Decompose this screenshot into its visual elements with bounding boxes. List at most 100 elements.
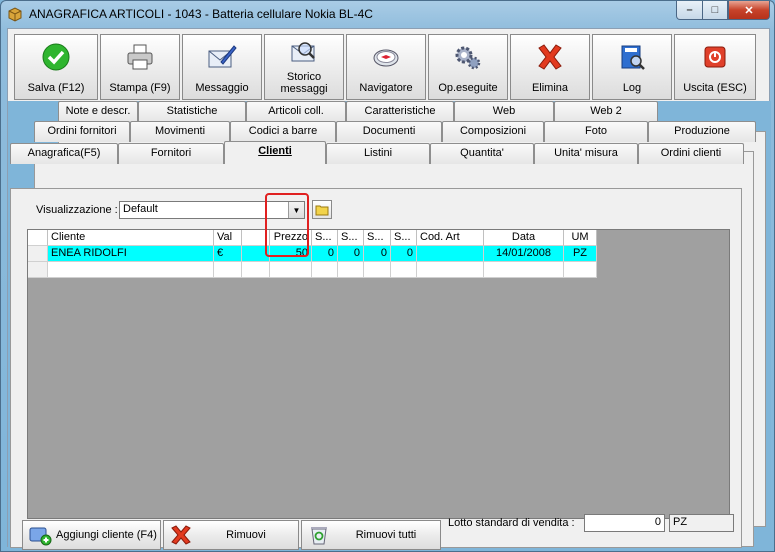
- table-row[interactable]: ENEA RIDOLFI € 50 0 0 0 0 14/01/2008 PZ: [28, 246, 597, 262]
- client-area: Salva (F12) Stampa (F9) Messaggio Storic…: [7, 28, 771, 550]
- cell-cod-art[interactable]: [417, 246, 484, 262]
- tab-codici-a-barre[interactable]: Codici a barre: [230, 121, 336, 142]
- app-window: ANAGRAFICA ARTICOLI - 1043 - Batteria ce…: [0, 0, 775, 552]
- empty-cell[interactable]: [338, 262, 364, 278]
- clienti-page: Visualizzazione : Default ▼ Cliente Val …: [10, 188, 742, 550]
- log-label: Log: [622, 82, 642, 94]
- folder-button[interactable]: [312, 200, 332, 219]
- tab-web[interactable]: Web: [454, 101, 554, 122]
- remove-label: Rimuovi: [226, 529, 266, 541]
- tab-statistiche[interactable]: Statistiche: [138, 101, 246, 122]
- cell-cliente[interactable]: ENEA RIDOLFI: [48, 246, 214, 262]
- print-label: Stampa (F9): [109, 82, 171, 94]
- book-search-icon: [616, 41, 648, 73]
- empty-cell[interactable]: [214, 262, 242, 278]
- save-button[interactable]: Salva (F12): [14, 34, 98, 100]
- col-header-um[interactable]: UM: [564, 230, 597, 246]
- col-header-val[interactable]: Val: [214, 230, 242, 246]
- minimize-button[interactable]: –: [676, 1, 703, 20]
- tab-ordini-fornitori[interactable]: Ordini fornitori: [34, 121, 130, 142]
- tab-listini[interactable]: Listini: [326, 143, 430, 164]
- window-title: ANAGRAFICA ARTICOLI - 1043 - Batteria ce…: [29, 7, 373, 21]
- row-selector[interactable]: [28, 262, 48, 278]
- clients-grid[interactable]: Cliente Val Prezzo S... S... S... S... C…: [27, 229, 730, 519]
- grid-header-row: Cliente Val Prezzo S... S... S... S... C…: [28, 230, 597, 246]
- printer-icon: [124, 41, 156, 73]
- tab-foto[interactable]: Foto: [544, 121, 648, 142]
- cell-data[interactable]: 14/01/2008: [484, 246, 564, 262]
- tab-web-2[interactable]: Web 2: [554, 101, 658, 122]
- maximize-button[interactable]: □: [702, 1, 728, 20]
- row-selector-header: [28, 230, 48, 246]
- empty-cell[interactable]: [564, 262, 597, 278]
- empty-cell[interactable]: [270, 262, 312, 278]
- message-history-button[interactable]: Storico messaggi: [264, 34, 344, 100]
- empty-cell[interactable]: [391, 262, 417, 278]
- col-header-cliente[interactable]: Cliente: [48, 230, 214, 246]
- delete-button[interactable]: Elimina: [510, 34, 590, 100]
- add-user-icon: [27, 523, 53, 547]
- cell-s4[interactable]: 0: [391, 246, 417, 262]
- cell-s2[interactable]: 0: [338, 246, 364, 262]
- tab-anagrafica[interactable]: Anagrafica(F5): [10, 143, 118, 164]
- row-selector[interactable]: [28, 246, 48, 262]
- tab-documenti[interactable]: Documenti: [336, 121, 442, 142]
- tab-produzione[interactable]: Produzione: [648, 121, 756, 142]
- toolbar: Salva (F12) Stampa (F9) Messaggio Storic…: [14, 34, 766, 100]
- visualizzazione-label: Visualizzazione :: [36, 204, 118, 216]
- tab-caratteristiche[interactable]: Caratteristiche: [346, 101, 454, 122]
- compass-icon: [370, 41, 402, 73]
- print-button[interactable]: Stampa (F9): [100, 34, 180, 100]
- navigator-label: Navigatore: [359, 82, 413, 94]
- tab-unita-misura[interactable]: Unita' misura: [534, 143, 638, 164]
- table-row-empty[interactable]: [28, 262, 597, 278]
- exit-label: Uscita (ESC): [683, 82, 747, 94]
- tab-movimenti[interactable]: Movimenti: [130, 121, 230, 142]
- tab-ordini-clienti[interactable]: Ordini clienti: [638, 143, 744, 164]
- empty-cell[interactable]: [48, 262, 214, 278]
- exit-button[interactable]: Uscita (ESC): [674, 34, 756, 100]
- col-header-cod-art[interactable]: Cod. Art: [417, 230, 484, 246]
- lotto-input[interactable]: 0: [584, 514, 665, 532]
- empty-cell[interactable]: [312, 262, 338, 278]
- history-label-2: messaggi: [280, 83, 328, 95]
- checkmark-icon: [40, 41, 72, 73]
- power-icon: [699, 41, 731, 73]
- col-header-s1[interactable]: S...: [312, 230, 338, 246]
- message-button[interactable]: Messaggio: [182, 34, 262, 100]
- empty-cell[interactable]: [364, 262, 391, 278]
- tab-fornitori[interactable]: Fornitori: [118, 143, 224, 164]
- cell-um[interactable]: PZ: [564, 246, 597, 262]
- package-icon: [8, 7, 22, 22]
- red-x-icon: [168, 523, 194, 547]
- close-button[interactable]: ✕: [728, 1, 770, 20]
- tab-composizioni[interactable]: Composizioni: [442, 121, 544, 142]
- red-x-icon: [534, 41, 566, 73]
- col-header-data[interactable]: Data: [484, 230, 564, 246]
- tab-clienti[interactable]: Clienti: [224, 141, 326, 164]
- cell-s1[interactable]: 0: [312, 246, 338, 262]
- title-bar[interactable]: ANAGRAFICA ARTICOLI - 1043 - Batteria ce…: [1, 1, 774, 27]
- add-client-button[interactable]: Aggiungi cliente (F4): [22, 520, 161, 550]
- navigator-button[interactable]: Navigatore: [346, 34, 426, 100]
- empty-cell[interactable]: [242, 262, 270, 278]
- tab-quantita[interactable]: Quantita': [430, 143, 534, 164]
- remove-all-button[interactable]: Rimuovi tutti: [301, 520, 441, 550]
- log-button[interactable]: Log: [592, 34, 672, 100]
- save-label: Salva (F12): [27, 82, 85, 94]
- col-header-s2[interactable]: S...: [338, 230, 364, 246]
- delete-label: Elimina: [531, 82, 569, 94]
- operations-button[interactable]: Op.eseguite: [428, 34, 508, 100]
- tab-note-descr[interactable]: Note e descr.: [58, 101, 138, 122]
- cell-s3[interactable]: 0: [364, 246, 391, 262]
- envelope-search-icon: [288, 37, 320, 69]
- tab-articoli-coll[interactable]: Articoli coll.: [246, 101, 346, 122]
- cell-val[interactable]: €: [214, 246, 242, 262]
- empty-cell[interactable]: [417, 262, 484, 278]
- empty-cell[interactable]: [484, 262, 564, 278]
- col-header-s4[interactable]: S...: [391, 230, 417, 246]
- operations-label: Op.eseguite: [438, 82, 498, 94]
- col-header-s3[interactable]: S...: [364, 230, 391, 246]
- lotto-label: Lotto standard di vendita :: [448, 517, 575, 529]
- remove-button[interactable]: Rimuovi: [163, 520, 299, 550]
